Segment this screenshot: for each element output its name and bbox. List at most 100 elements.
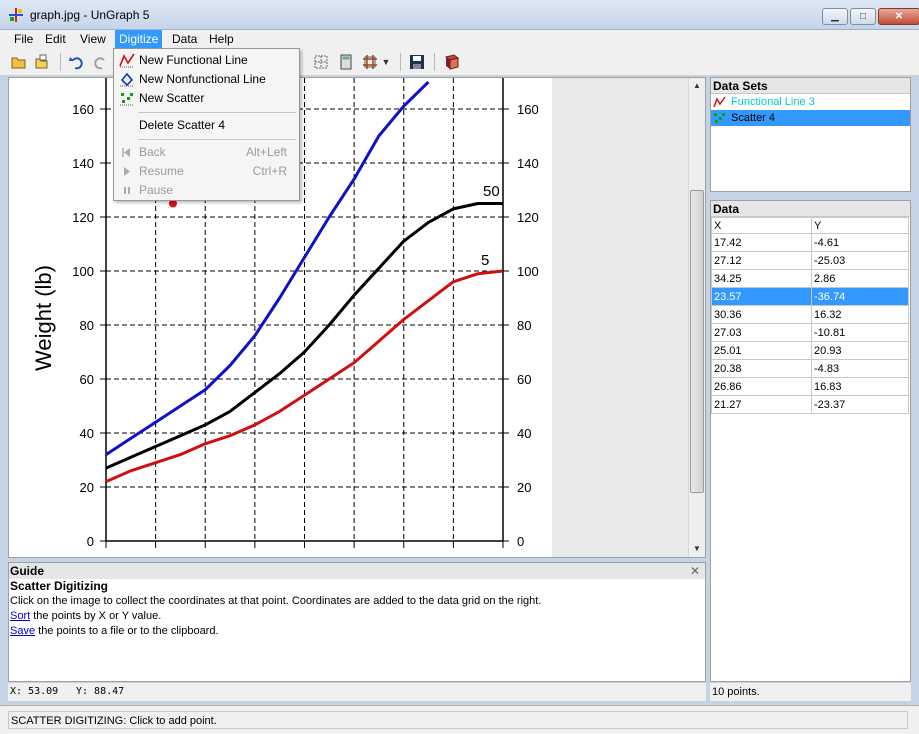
cell-x[interactable]: 34.25 <box>711 269 812 288</box>
cell-y[interactable]: 2.86 <box>811 269 909 288</box>
y-tick-label-right: 160 <box>517 102 539 117</box>
y-tick-label-left: 60 <box>80 372 94 387</box>
y-axis-label: Weight (lb) <box>31 265 56 371</box>
dataset-item-scatter[interactable]: Scatter 4 <box>711 110 910 126</box>
y-tick-label-left: 140 <box>72 156 94 171</box>
coordinate-readout: X: 53.09 Y: 88.47 <box>8 683 706 701</box>
cell-y[interactable]: 16.32 <box>811 305 909 324</box>
cell-x[interactable]: 17.42 <box>711 233 812 252</box>
cell-x[interactable]: 23.57 <box>711 287 812 306</box>
menu-item-label: Back <box>139 145 166 159</box>
y-tick-label-right: 120 <box>517 210 539 225</box>
open-folder-icon[interactable] <box>10 53 28 71</box>
maximize-button[interactable]: □ <box>850 8 876 25</box>
grid-icon[interactable] <box>312 53 330 71</box>
menu-item-delete-scatter[interactable]: Delete Scatter 4 <box>116 116 297 135</box>
close-button[interactable]: ✕ <box>878 8 919 25</box>
y-tick-label-right: 140 <box>517 156 539 171</box>
table-row[interactable]: 21.27 -23.37 <box>711 395 909 414</box>
menu-item-new-scatter[interactable]: New Scatter <box>116 89 297 108</box>
data-header: Data <box>711 201 910 217</box>
menu-item-new-nonfunctional-line[interactable]: New Nonfunctional Line <box>116 70 297 89</box>
scroll-down-icon[interactable]: ▼ <box>689 541 705 557</box>
guide-header-label: Guide <box>10 564 45 578</box>
y-tick-label-right: 40 <box>517 426 531 441</box>
column-header-x[interactable]: X <box>711 217 812 234</box>
y-tick-label-left: 100 <box>72 264 94 279</box>
menu-item-label: New Scatter <box>139 91 205 105</box>
table-row[interactable]: 34.25 2.86 <box>711 269 909 288</box>
save-icon[interactable] <box>408 53 426 71</box>
status-bar: SCATTER DIGITIZING: Click to add point. <box>0 705 919 734</box>
grid-options-icon[interactable] <box>361 53 379 71</box>
cell-y[interactable]: -25.03 <box>811 251 909 270</box>
table-row[interactable]: 23.57 -36.74 <box>711 287 909 306</box>
table-row[interactable]: 26.86 16.83 <box>711 377 909 396</box>
y-tick-label-left: 20 <box>80 480 94 495</box>
menu-help[interactable]: Help <box>205 30 238 48</box>
open-icon[interactable] <box>33 53 51 71</box>
guide-title: Scatter Digitizing <box>10 579 109 593</box>
sort-link[interactable]: Sort <box>10 610 30 622</box>
menu-item-back[interactable]: Back Alt+Left <box>116 143 297 162</box>
cell-x[interactable]: 26.86 <box>711 377 812 396</box>
points-count: 10 points. <box>710 683 911 701</box>
table-row[interactable]: 20.38 -4.83 <box>711 359 909 378</box>
cell-y[interactable]: -23.37 <box>811 395 909 414</box>
calculator-icon[interactable] <box>337 53 355 71</box>
scatter-icon <box>714 113 725 123</box>
x-coordinate: X: 53.09 <box>10 686 59 697</box>
cell-x[interactable]: 25.01 <box>711 341 812 360</box>
toolbar-separator <box>434 53 435 71</box>
cell-x[interactable]: 20.38 <box>711 359 812 378</box>
table-row[interactable]: 30.36 16.32 <box>711 305 909 324</box>
minimize-button[interactable]: ▁ <box>822 8 848 25</box>
dataset-item-functional-line[interactable]: Functional Line 3 <box>711 94 910 110</box>
menu-item-new-functional-line[interactable]: New Functional Line <box>116 51 297 70</box>
y-tick-label-left: 160 <box>72 102 94 117</box>
menu-item-label: New Functional Line <box>139 53 248 67</box>
column-header-y[interactable]: Y <box>811 217 909 234</box>
save-link[interactable]: Save <box>10 625 35 637</box>
data-sets-panel: Data Sets Functional Line 3 Scatter 4 <box>710 77 911 192</box>
menu-item-resume[interactable]: Resume Ctrl+R <box>116 162 297 181</box>
cell-y[interactable]: -4.61 <box>811 233 909 252</box>
book-icon[interactable] <box>443 53 461 71</box>
cell-x[interactable]: 21.27 <box>711 395 812 414</box>
undo-icon[interactable] <box>68 53 86 71</box>
y-tick-label-right: 60 <box>517 372 531 387</box>
redo-icon[interactable] <box>91 53 109 71</box>
cell-y[interactable]: -4.83 <box>811 359 909 378</box>
cell-x[interactable]: 30.36 <box>711 305 812 324</box>
menu-item-label: New Nonfunctional Line <box>139 72 266 86</box>
menu-edit[interactable]: Edit <box>41 30 70 48</box>
cell-y[interactable]: -10.81 <box>811 323 909 342</box>
y-tick-label-left: 120 <box>72 210 94 225</box>
scroll-thumb[interactable] <box>690 190 704 493</box>
table-row[interactable]: 25.01 20.93 <box>711 341 909 360</box>
annotation-5: 5 <box>481 252 489 269</box>
menu-view[interactable]: View <box>76 30 110 48</box>
vertical-scrollbar[interactable]: ▲ ▼ <box>688 78 705 557</box>
table-row[interactable]: 27.12 -25.03 <box>711 251 909 270</box>
close-icon[interactable]: ✕ <box>690 563 700 579</box>
cell-x[interactable]: 27.12 <box>711 251 812 270</box>
dataset-label: Functional Line 3 <box>731 96 815 108</box>
cell-x[interactable]: 27.03 <box>711 323 812 342</box>
menu-item-label: Pause <box>139 183 174 197</box>
weight-chart[interactable]: 0 0 20 20 40 40 60 60 80 80 100 100 120 120 140 140 160 1… <box>9 78 689 557</box>
menu-data[interactable]: Data <box>168 30 201 48</box>
scroll-up-icon[interactable]: ▲ <box>689 78 705 94</box>
menu-digitize[interactable]: Digitize <box>115 30 163 48</box>
cell-y[interactable]: 16.83 <box>811 377 909 396</box>
table-row[interactable]: 27.03 -10.81 <box>711 323 909 342</box>
table-row[interactable]: 17.42 -4.61 <box>711 233 909 252</box>
menu-item-label: Resume <box>139 164 184 178</box>
menu-file[interactable]: File <box>10 30 37 48</box>
chevron-down-icon[interactable]: ▼ <box>380 53 392 71</box>
cell-y[interactable]: 20.93 <box>811 341 909 360</box>
toolbar-separator <box>400 53 401 71</box>
menu-item-pause[interactable]: Pause <box>116 181 297 200</box>
cell-y[interactable]: -36.74 <box>811 287 909 306</box>
y-tick-label-right: 0 <box>517 534 524 549</box>
